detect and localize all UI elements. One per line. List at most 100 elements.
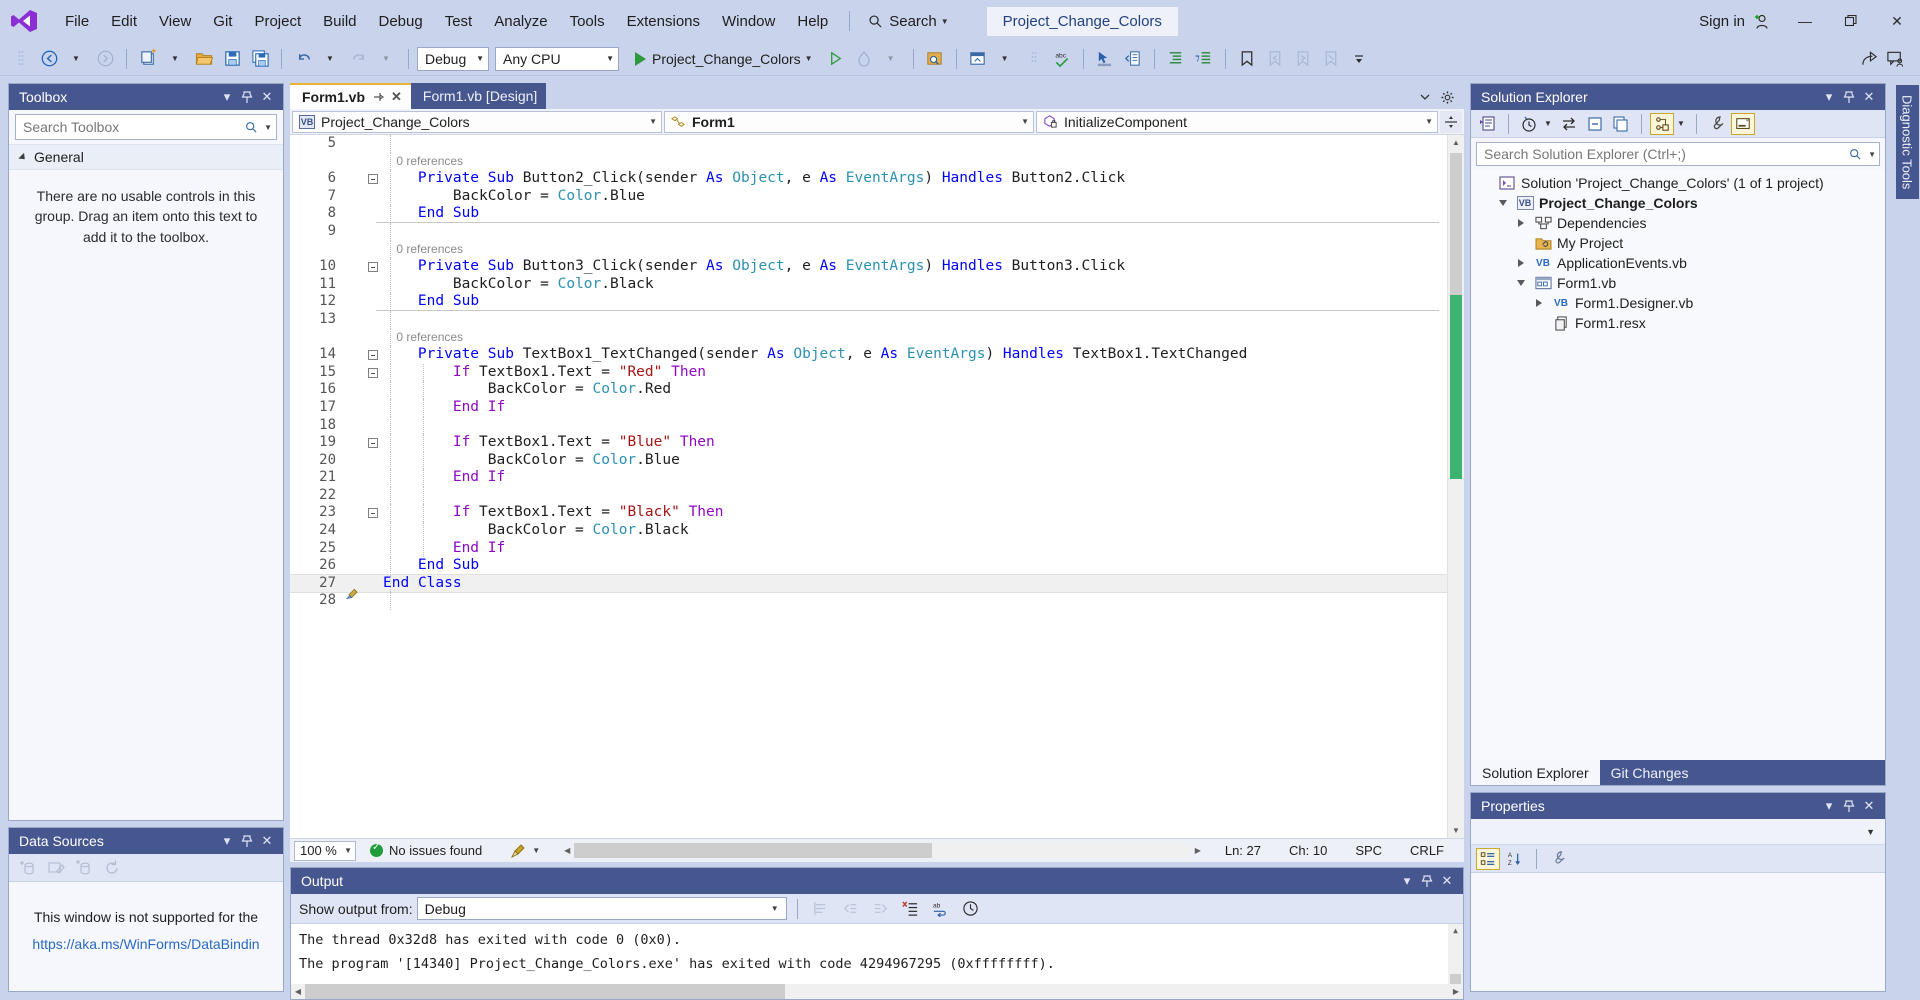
scroll-up-arrow-icon[interactable]: ▲ [1448,135,1464,150]
menu-build[interactable]: Build [312,8,367,35]
collapse-minus-icon[interactable] [368,438,378,448]
add-object-icon[interactable] [71,855,97,881]
collapse-region-toggle[interactable] [365,350,381,360]
navigate-back-dropdown-icon[interactable]: ▼ [64,46,90,72]
output-close-icon[interactable]: ✕ [1437,871,1457,891]
select-tool-icon[interactable] [1092,46,1118,72]
codelens-references[interactable]: 0 references [383,330,463,344]
toggle-panel-icon[interactable] [1120,46,1146,72]
undo-icon[interactable] [290,46,316,72]
tree-expander-icon[interactable] [1531,299,1547,307]
code-line[interactable]: 0 references [290,153,1447,171]
redo-dropdown-icon[interactable]: ▼ [374,46,400,72]
scroll-up-arrow-icon[interactable]: ▲ [1448,924,1463,938]
code-line[interactable]: 7 BackColor = Color.Blue [290,188,1447,206]
pending-changes-dropdown-icon[interactable]: ▼ [1543,113,1555,135]
output-horizontal-scrollbar[interactable]: ◀ ▶ [291,984,1463,999]
menu-test[interactable]: Test [434,8,484,35]
menu-edit[interactable]: Edit [100,8,148,35]
alphabetical-icon[interactable]: A Z [1503,848,1527,870]
categorized-icon[interactable] [1476,848,1500,870]
save-icon[interactable] [219,46,245,72]
zoom-level-combo[interactable]: 100 % ▼ [294,841,356,861]
add-data-source-icon[interactable] [15,855,41,881]
editor-settings-gear-icon[interactable] [1438,88,1456,106]
horizontal-scroll-track[interactable] [574,843,1191,858]
tab-pin-icon[interactable] [372,91,384,103]
properties-menu-icon[interactable]: ▾ [1819,796,1839,816]
output-vertical-scrollbar[interactable]: ▲ [1448,924,1463,984]
vertical-tab-diagnostic-tools[interactable]: Diagnostic Tools [1896,85,1919,199]
window-layout-icon[interactable] [965,46,991,72]
collapse-minus-icon[interactable] [368,262,378,272]
solution-tree-node[interactable]: VBForm1.Designer.vb [1471,293,1885,313]
edit-data-source-icon[interactable] [43,855,69,881]
scroll-right-arrow-icon[interactable]: ▶ [1191,846,1205,855]
spaces-status[interactable]: SPC [1341,843,1396,858]
show-all-files-icon[interactable] [1609,113,1633,135]
collapse-minus-icon[interactable] [368,508,378,518]
clear-bookmarks-icon[interactable] [1318,46,1344,72]
code-line[interactable]: 17 End If [290,399,1447,417]
navbar-project-combo[interactable]: VB Project_Change_Colors ▼ [292,111,662,133]
solution-tree-node[interactable]: VBApplicationEvents.vb [1471,253,1885,273]
split-view-icon[interactable] [1440,111,1462,133]
code-line[interactable]: 22 [290,487,1447,505]
preview-selected-icon[interactable] [1731,113,1755,135]
indent-icon[interactable] [1163,46,1189,72]
hot-reload-icon[interactable] [851,46,877,72]
search-icon[interactable] [245,121,258,134]
refresh-icon[interactable] [99,855,125,881]
clear-all-icon[interactable] [898,896,924,922]
maximize-button[interactable] [1828,1,1874,41]
output-pin-icon[interactable] [1417,871,1437,891]
horizontal-scroll-thumb[interactable] [574,843,932,858]
editor-horizontal-scrollbar[interactable]: ◀ ▶ [560,843,1205,859]
code-line[interactable]: 18 [290,417,1447,435]
issues-status[interactable]: No issues found [356,843,496,858]
toolbar-overflow-icon[interactable] [1346,46,1372,72]
collapse-minus-icon[interactable] [368,368,378,378]
feedback-icon[interactable] [1882,46,1908,72]
spell-check-icon[interactable]: abc [1049,46,1075,72]
tab-git-changes[interactable]: Git Changes [1600,760,1700,785]
code-line[interactable]: 8 End Sub [290,205,1447,223]
output-menu-icon[interactable]: ▾ [1397,871,1417,891]
navigate-back-icon[interactable] [36,46,62,72]
data-sources-close-icon[interactable]: ✕ [257,831,277,851]
minimize-button[interactable]: — [1782,1,1828,41]
pending-changes-icon[interactable] [1517,113,1541,135]
collapse-region-toggle[interactable] [365,508,381,518]
eol-status[interactable]: CRLF [1396,843,1464,858]
solution-explorer-pin-icon[interactable] [1839,87,1859,107]
sync-views-icon[interactable] [1557,113,1581,135]
toolbox-menu-icon[interactable]: ▾ [217,87,237,107]
code-line[interactable]: 5 [290,135,1447,153]
code-line[interactable]: 21 End If [290,469,1447,487]
scroll-left-arrow-icon[interactable]: ◀ [291,987,305,996]
property-pages-icon[interactable] [1546,848,1570,870]
scroll-left-arrow-icon[interactable]: ◀ [560,846,574,855]
navbar-member-combo[interactable]: InitializeComponent ▼ [1036,111,1438,133]
menu-analyze[interactable]: Analyze [483,8,558,35]
save-all-icon[interactable] [247,46,273,72]
go-to-previous-icon[interactable] [838,896,864,922]
code-line[interactable]: 24 BackColor = Color.Black [290,522,1447,540]
menu-window[interactable]: Window [711,8,786,35]
code-line[interactable]: 0 references [290,329,1447,347]
code-line[interactable]: 0 references [290,241,1447,259]
tree-expander-icon[interactable] [1513,259,1529,267]
solution-tree-node[interactable]: Form1.resx [1471,313,1885,333]
menu-project[interactable]: Project [243,8,312,35]
code-line[interactable]: 9 [290,223,1447,241]
solution-tree-node[interactable]: VBProject_Change_Colors [1471,193,1885,213]
tree-expander-icon[interactable] [1495,200,1511,206]
menu-debug[interactable]: Debug [368,8,434,35]
solution-platform-combo[interactable]: Any CPU ▼ [495,47,619,71]
chevron-down-icon[interactable]: ▼ [264,123,272,132]
view-switcher-icon[interactable] [1650,113,1674,135]
prev-bookmark-icon[interactable] [1262,46,1288,72]
code-line[interactable]: 14 Private Sub TextBox1_TextChanged(send… [290,346,1447,364]
data-sources-pin-icon[interactable] [237,831,257,851]
toggle-word-wrap-icon[interactable]: ab [928,896,954,922]
